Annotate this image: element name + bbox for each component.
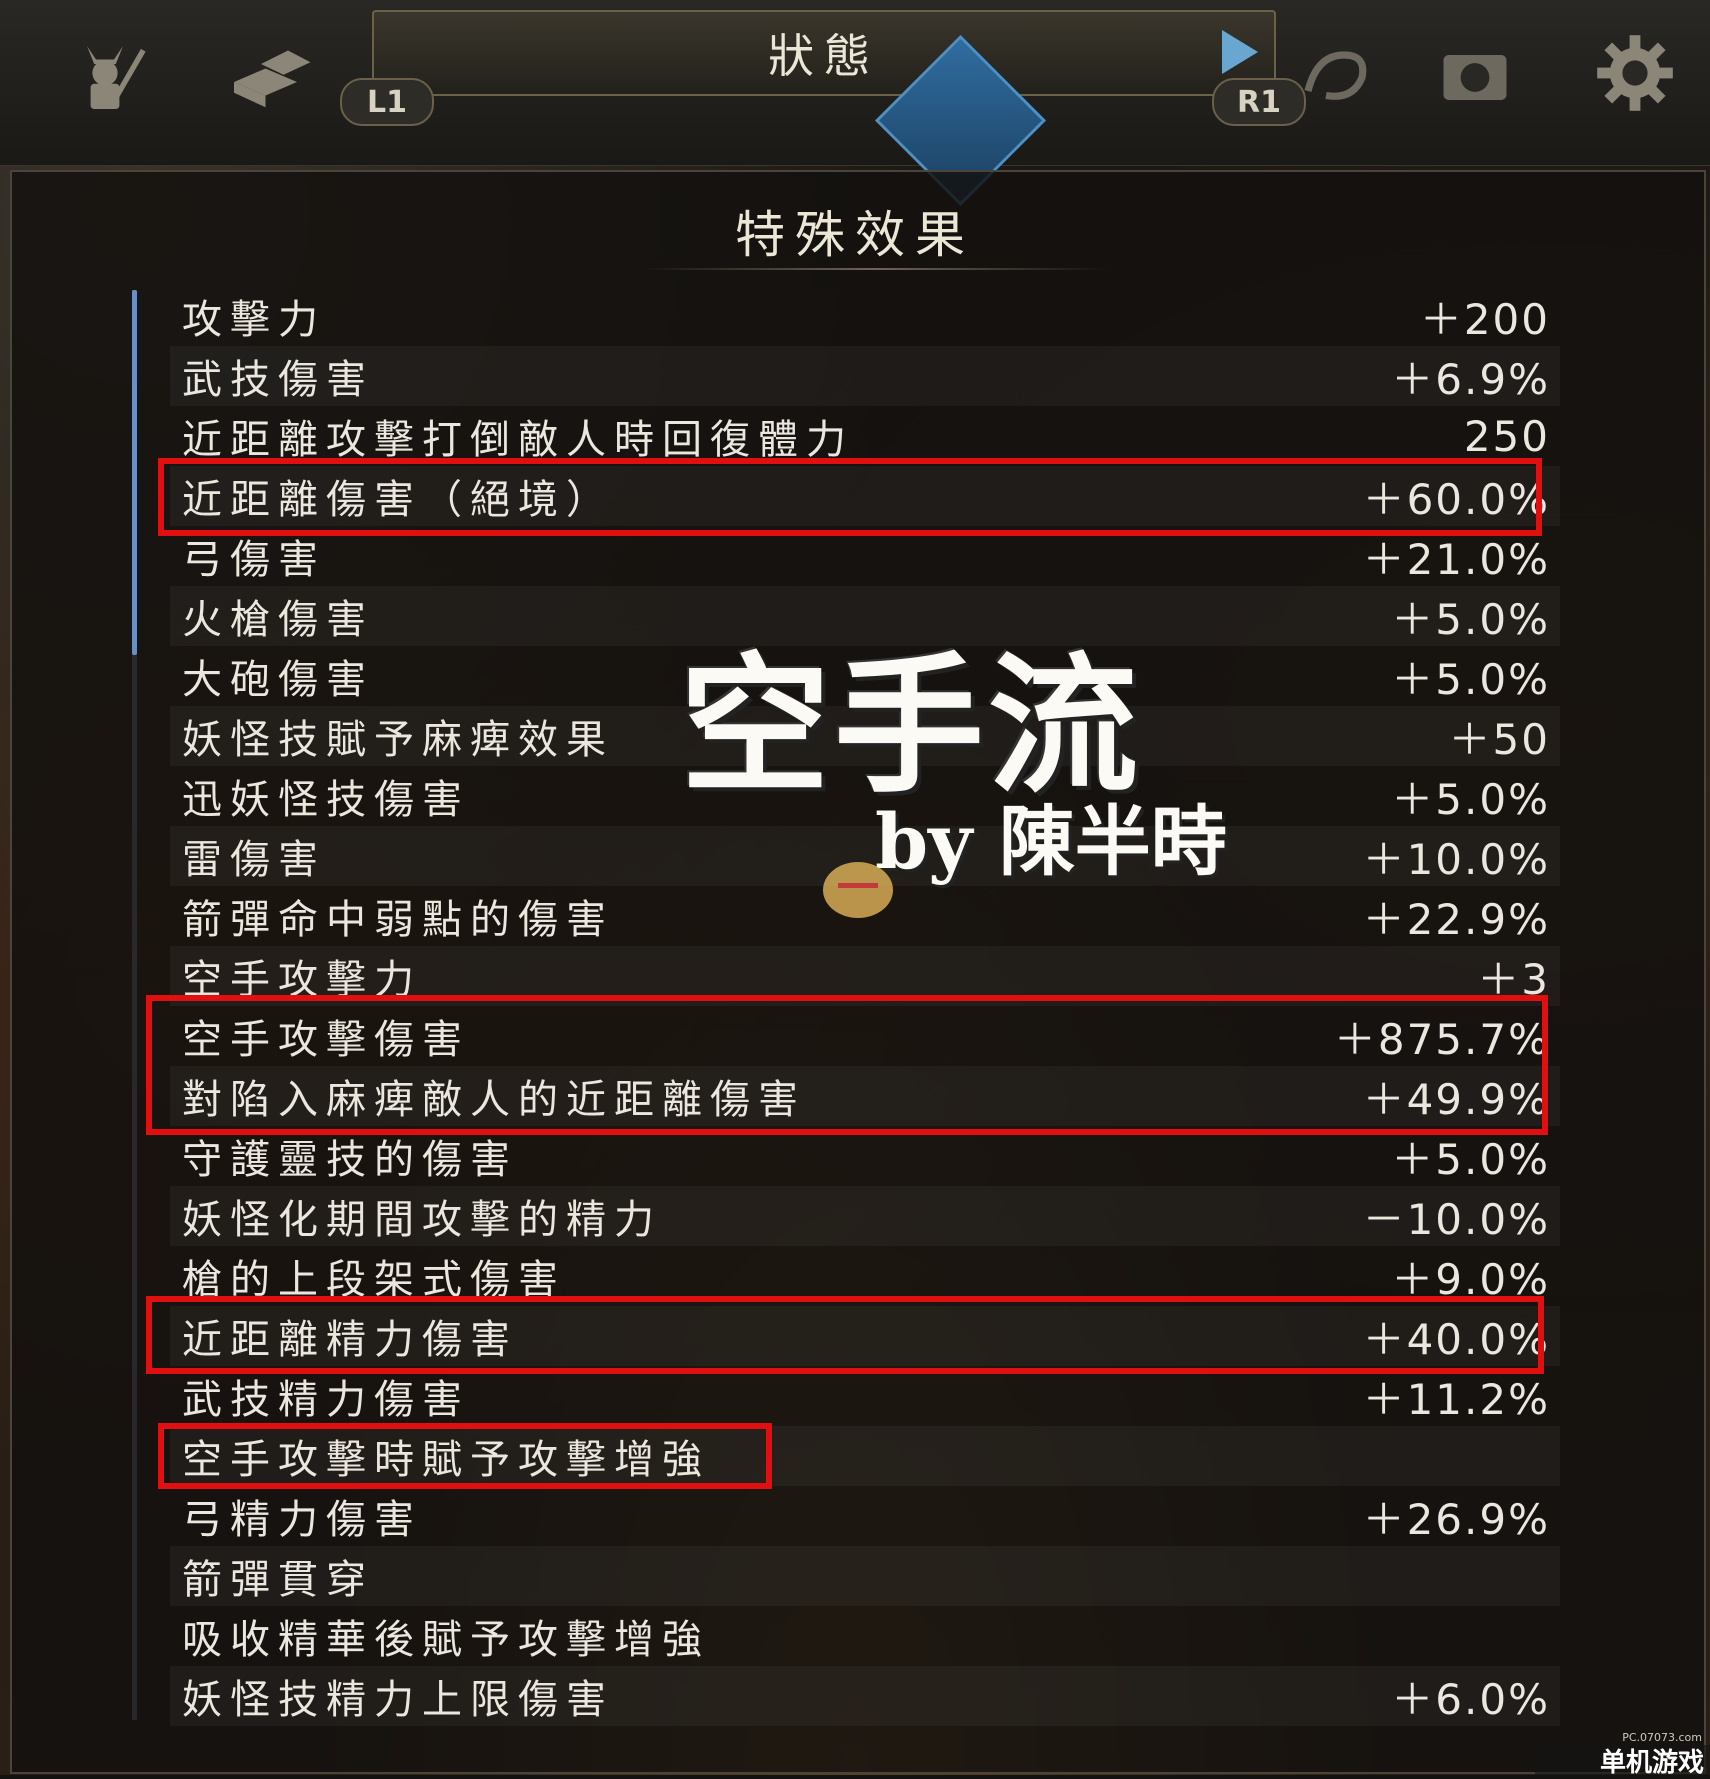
l1-button[interactable]: L1 xyxy=(340,78,434,126)
effect-value: ＋6.0% xyxy=(1391,1674,1550,1724)
highlight-box xyxy=(158,458,1542,536)
effect-label: 妖怪技精力上限傷害 xyxy=(182,1677,614,1723)
effect-value: ＋5.0% xyxy=(1391,774,1550,824)
camera-icon[interactable] xyxy=(1420,18,1530,128)
effect-value: ＋6.9% xyxy=(1391,354,1550,404)
effect-label: 妖怪化期間攻擊的精力 xyxy=(182,1197,662,1243)
title-divider xyxy=(640,268,1110,270)
next-tab-arrow-icon[interactable] xyxy=(1222,30,1258,74)
top-nav-bar: 狀態 L1 R1 xyxy=(0,0,1710,207)
effect-label: 箭彈命中弱點的傷害 xyxy=(182,897,614,943)
effect-value: ＋200 xyxy=(1419,294,1550,344)
effect-row[interactable]: 箭彈貫穿 xyxy=(170,1546,1560,1606)
effect-row[interactable]: 攻擊力 ＋200 xyxy=(170,286,1560,346)
effect-value: ＋26.9% xyxy=(1362,1494,1550,1544)
effect-row[interactable]: 妖怪技精力上限傷害 ＋6.0% xyxy=(170,1666,1560,1726)
overlay-byline: by 陳半時 xyxy=(875,797,1227,886)
effect-row[interactable]: 武技傷害 ＋6.9% xyxy=(170,346,1560,406)
watermark-text: 单机游戏 xyxy=(1599,1747,1704,1778)
effect-label: 守護靈技的傷害 xyxy=(182,1137,518,1183)
highlight-box xyxy=(146,1296,1544,1374)
site-watermark: PC.07073.com 单机游戏 xyxy=(1535,1731,1710,1778)
effect-label: 武技傷害 xyxy=(182,357,374,403)
dragon-icon[interactable] xyxy=(1280,18,1390,128)
effect-value: ＋5.0% xyxy=(1391,654,1550,704)
effect-value: ＋5.0% xyxy=(1391,594,1550,644)
effect-label: 武技精力傷害 xyxy=(182,1377,470,1423)
effect-value: 250 xyxy=(1463,411,1550,461)
effect-label: 妖怪技賦予麻痺效果 xyxy=(182,717,614,763)
highlight-box xyxy=(158,1423,772,1489)
effect-label: 火槍傷害 xyxy=(182,597,374,643)
effect-row[interactable]: 近距離攻擊打倒敵人時回復體力 250 xyxy=(170,406,1560,466)
effect-label: 迅妖怪技傷害 xyxy=(182,777,470,823)
page-title: 狀態 xyxy=(768,29,880,83)
effect-row[interactable]: 妖怪化期間攻擊的精力 －10.0% xyxy=(170,1186,1560,1246)
effect-value: ＋10.0% xyxy=(1362,834,1550,884)
effect-label: 雷傷害 xyxy=(182,837,326,883)
watermark-site: PC.07073.com xyxy=(1622,1731,1702,1744)
mascot-icon xyxy=(823,862,893,918)
effect-label: 攻擊力 xyxy=(182,297,326,343)
panel-title: 特殊效果 xyxy=(735,206,975,264)
effect-row[interactable]: 守護靈技的傷害 ＋5.0% xyxy=(170,1126,1560,1186)
inventory-boxes-icon[interactable] xyxy=(215,18,325,128)
gear-icon[interactable] xyxy=(1580,18,1690,128)
effect-value: ＋11.2% xyxy=(1362,1374,1550,1424)
effect-row[interactable]: 弓精力傷害 ＋26.9% xyxy=(170,1486,1560,1546)
effect-value: －10.0% xyxy=(1362,1194,1550,1244)
page-title-plate: 狀態 xyxy=(372,10,1276,96)
effect-row[interactable]: 武技精力傷害 ＋11.2% xyxy=(170,1366,1560,1426)
effect-label: 弓精力傷害 xyxy=(182,1497,422,1543)
highlight-box xyxy=(146,995,1548,1135)
effect-value: ＋50 xyxy=(1448,714,1550,764)
scrollbar-thumb[interactable] xyxy=(132,290,137,655)
effect-label: 近距離攻擊打倒敵人時回復體力 xyxy=(182,417,854,463)
samurai-helmet-icon[interactable] xyxy=(50,18,160,128)
effect-label: 大砲傷害 xyxy=(182,657,374,703)
effect-value: ＋22.9% xyxy=(1362,894,1550,944)
effect-label: 吸收精華後賦予攻擊增強 xyxy=(182,1617,710,1663)
effect-label: 箭彈貫穿 xyxy=(182,1557,374,1603)
effect-row[interactable]: 吸收精華後賦予攻擊增強 xyxy=(170,1606,1560,1666)
